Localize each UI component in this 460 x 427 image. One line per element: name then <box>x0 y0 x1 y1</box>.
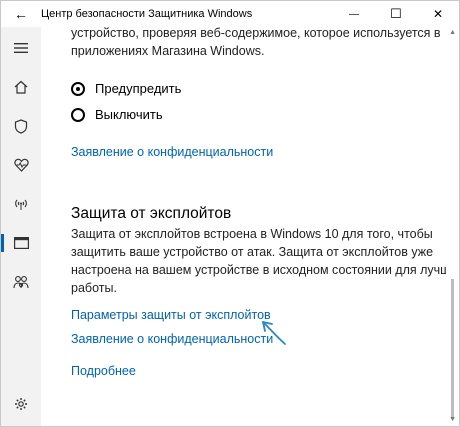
privacy-statement-link-1[interactable]: Заявление о конфиденциальности <box>71 145 273 159</box>
intro-text-line-1: устройство, проверяя веб-содержимое, кот… <box>71 27 441 40</box>
title-bar: ← Центр безопасности Защитника Windows —… <box>1 1 459 27</box>
main-content: устройство, проверяя веб-содержимое, кот… <box>41 27 446 426</box>
app-window: ← Центр безопасности Защитника Windows —… <box>0 0 460 427</box>
sidebar <box>1 27 41 426</box>
shield-icon <box>14 118 28 134</box>
scroll-thumb[interactable] <box>451 279 454 419</box>
description-line-2: защитить ваше устройство от атак. Защита… <box>71 245 434 259</box>
description-line-4: работы. <box>71 281 117 295</box>
network-icon <box>15 199 27 210</box>
close-button[interactable]: ✕ <box>417 1 459 27</box>
sidebar-item-virus-protection[interactable] <box>1 111 41 141</box>
home-icon <box>14 80 28 94</box>
minimize-icon: — <box>349 8 359 20</box>
window-title: Центр безопасности Защитника Windows <box>41 8 253 20</box>
scrollbar[interactable]: ▲ ▼ <box>449 29 456 425</box>
radio-option-warn[interactable]: Предупредить <box>71 81 181 96</box>
menu-icon <box>14 43 28 53</box>
back-arrow-icon: ← <box>14 6 28 22</box>
back-button[interactable]: ← <box>1 1 41 27</box>
maximize-icon: ☐ <box>390 6 402 21</box>
radio-button-unchecked[interactable] <box>71 107 85 122</box>
sidebar-item-menu[interactable] <box>1 33 41 63</box>
scroll-up-icon[interactable]: ▲ <box>449 29 456 36</box>
close-icon: ✕ <box>432 7 444 21</box>
sidebar-item-app-browser-control[interactable] <box>1 228 41 258</box>
radio-label-warn: Предупредить <box>95 81 182 96</box>
sidebar-item-family-options[interactable] <box>1 267 41 297</box>
exploit-protection-settings-link[interactable]: Параметры защиты от эксплойтов <box>71 308 271 322</box>
settings-icon <box>15 398 27 410</box>
sidebar-item-settings[interactable] <box>1 389 41 419</box>
radio-option-off[interactable]: Выключить <box>71 107 163 122</box>
health-icon <box>13 158 29 172</box>
intro-text-line-2: приложениях Магазина Windows. <box>71 44 265 58</box>
sidebar-item-device-health[interactable] <box>1 150 41 180</box>
sidebar-item-firewall-network[interactable] <box>1 189 41 219</box>
section-heading: Защита от эксплойтов <box>71 205 232 222</box>
radio-button-checked[interactable] <box>71 81 85 96</box>
scroll-down-icon[interactable]: ▼ <box>449 416 456 423</box>
description-line-1: Защита от эксплойтов встроена в Windows … <box>71 227 433 241</box>
app-browser-icon <box>13 237 29 249</box>
description-line-3: настроена на вашем устройстве в исходном… <box>71 263 446 277</box>
learn-more-link[interactable]: Подробнее <box>71 364 136 378</box>
radio-label-off: Выключить <box>95 107 163 122</box>
privacy-statement-link-2[interactable]: Заявление о конфиденциальности <box>71 332 273 346</box>
minimize-button[interactable]: — <box>333 1 375 27</box>
family-icon <box>13 276 29 289</box>
maximize-button[interactable]: ☐ <box>375 1 417 27</box>
sidebar-item-home[interactable] <box>1 72 41 102</box>
